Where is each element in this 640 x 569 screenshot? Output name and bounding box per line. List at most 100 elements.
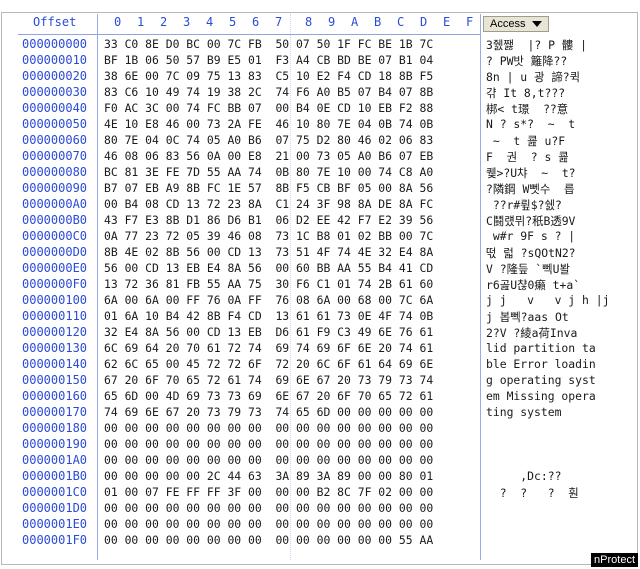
hex-row[interactable]: 000000140 62 6C 65 00 45 72 72 6F 72 20 6… xyxy=(0,356,640,372)
access-dropdown[interactable]: Access xyxy=(483,16,549,32)
hex-row[interactable]: 000000110 01 6A 10 B4 42 8B F4 CD 13 61 6… xyxy=(0,308,640,324)
hex-row[interactable]: 000000090 B7 07 EB A9 8B FC 1E 57 8B F5 C… xyxy=(0,180,640,196)
row-hex-bytes[interactable]: F0 AC 3C 00 74 FC BB 07 00 B4 0E CD 10 E… xyxy=(104,101,433,115)
row-ascii[interactable]: 8n | u 광 諦?퀵 xyxy=(486,69,580,85)
row-ascii[interactable]: w#r 9F s ? | xyxy=(486,229,575,243)
hex-row[interactable]: 0000001F0 00 00 00 00 00 00 00 00 00 00 0… xyxy=(0,532,640,548)
row-ascii[interactable]: j 봅뻭?aas Ot xyxy=(486,309,569,325)
row-ascii[interactable]: g operating syst xyxy=(486,373,596,387)
row-hex-bytes[interactable]: 00 00 00 00 00 00 00 00 00 00 00 00 00 0… xyxy=(104,501,433,515)
hex-row[interactable]: 0000001A0 00 00 00 00 00 00 00 00 00 00 0… xyxy=(0,452,640,468)
row-hex-bytes[interactable]: 62 6C 65 00 45 72 72 6F 72 20 6C 6F 61 6… xyxy=(104,357,433,371)
row-ascii[interactable]: ? PW밧 籬降?? xyxy=(486,53,567,69)
row-ascii[interactable]: ting system xyxy=(486,405,561,419)
hex-row[interactable]: 0000001D0 00 00 00 00 00 00 00 00 00 00 0… xyxy=(0,500,640,516)
hex-row[interactable]: 000000010 BF 1B 06 50 57 B9 E5 01 F3 A4 C… xyxy=(0,52,640,68)
row-hex-bytes[interactable]: 00 B4 08 CD 13 72 23 8A C1 24 3F 98 8A D… xyxy=(104,197,433,211)
row-hex-bytes[interactable]: 43 F7 E3 8B D1 86 D6 B1 06 D2 EE 42 F7 E… xyxy=(104,213,433,227)
hex-row[interactable]: 0000000F0 13 72 36 81 FB 55 AA 75 30 F6 C… xyxy=(0,276,640,292)
row-hex-bytes[interactable]: 32 E4 8A 56 00 CD 13 EB D6 61 F9 C3 49 6… xyxy=(104,325,433,339)
row-ascii[interactable]: 떣 럷 ?sQOtN2? xyxy=(486,245,576,261)
row-hex-bytes[interactable]: 00 00 00 00 00 00 00 00 00 00 00 00 00 0… xyxy=(104,533,433,547)
row-ascii[interactable]: C鬪럤뮈?秖B透9V xyxy=(486,213,575,229)
row-hex-bytes[interactable]: 8B 4E 02 8B 56 00 CD 13 73 51 4F 74 4E 3… xyxy=(104,245,433,259)
row-ascii[interactable]: V ?隆듶 `뻭U봘 xyxy=(486,261,570,277)
hex-row[interactable]: 0000001E0 00 00 00 00 00 00 00 00 00 00 0… xyxy=(0,516,640,532)
row-ascii[interactable]: ,Dc:?? xyxy=(486,469,561,483)
row-ascii[interactable]: ~ t 쿒 u?F xyxy=(486,133,565,149)
row-ascii[interactable]: em Missing opera xyxy=(486,389,596,403)
row-hex-bytes[interactable]: 6A 00 6A 00 FF 76 0A FF 76 08 6A 00 68 0… xyxy=(104,293,433,307)
row-offset: 000000000 xyxy=(22,37,88,51)
hex-row[interactable]: 0000000C0 0A 77 23 72 05 39 46 08 73 1C B… xyxy=(0,228,640,244)
row-offset: 000000020 xyxy=(22,69,88,83)
row-offset: 0000001A0 xyxy=(22,453,88,467)
row-offset: 000000080 xyxy=(22,165,88,179)
row-hex-bytes[interactable]: 38 6E 00 7C 09 75 13 83 C5 10 E2 F4 CD 1… xyxy=(104,69,433,83)
row-hex-bytes[interactable]: 00 00 00 00 00 00 00 00 00 00 00 00 00 0… xyxy=(104,421,433,435)
col-header-2: 2 xyxy=(160,15,168,29)
hex-row[interactable]: 0000000E0 56 00 CD 13 EB E4 8A 56 00 60 B… xyxy=(0,260,640,276)
row-ascii[interactable]: r6곮U챦0癩 t+a` xyxy=(486,277,580,293)
row-ascii[interactable]: 2?V ?綾a荷Inva xyxy=(486,325,577,341)
row-hex-bytes[interactable]: 6C 69 64 20 70 61 72 74 69 74 69 6F 6E 2… xyxy=(104,341,433,355)
hex-row[interactable]: 0000000A0 00 B4 08 CD 13 72 23 8A C1 24 3… xyxy=(0,196,640,212)
row-hex-bytes[interactable]: 67 20 6F 70 65 72 61 74 69 6E 67 20 73 7… xyxy=(104,373,433,387)
hex-row[interactable]: 0000000B0 43 F7 E3 8B D1 86 D6 B1 06 D2 E… xyxy=(0,212,640,228)
row-ascii[interactable]: ble Error loadin xyxy=(486,357,596,371)
row-ascii[interactable]: ? ? ? 훤 xyxy=(486,485,579,501)
hex-row[interactable]: 000000160 65 6D 00 4D 69 73 73 69 6E 67 2… xyxy=(0,388,640,404)
row-hex-bytes[interactable]: B7 07 EB A9 8B FC 1E 57 8B F5 CB BF 05 0… xyxy=(104,181,433,195)
row-hex-bytes[interactable]: 74 69 6E 67 20 73 79 73 74 65 6D 00 00 0… xyxy=(104,405,433,419)
row-hex-bytes[interactable]: 56 00 CD 13 EB E4 8A 56 00 60 BB AA 55 B… xyxy=(104,261,433,275)
hex-row[interactable]: 0000000D0 8B 4E 02 8B 56 00 CD 13 73 51 4… xyxy=(0,244,640,260)
col-header-8: 8 xyxy=(305,15,313,29)
hex-row[interactable]: 000000070 46 08 06 83 56 0A 00 E8 21 00 7… xyxy=(0,148,640,164)
row-hex-bytes[interactable]: BC 81 3E FE 7D 55 AA 74 0B 80 7E 10 00 7… xyxy=(104,165,433,179)
row-hex-bytes[interactable]: 0A 77 23 72 05 39 46 08 73 1C B8 01 02 B… xyxy=(104,229,433,243)
hex-row[interactable]: 000000020 38 6E 00 7C 09 75 13 83 C5 10 E… xyxy=(0,68,640,84)
row-ascii[interactable]: F 권 ? s 쿒 xyxy=(486,149,569,165)
row-hex-bytes[interactable]: 00 00 00 00 00 2C 44 63 3A 89 3A 89 00 0… xyxy=(104,469,433,483)
hex-row[interactable]: 000000030 83 C6 10 49 74 19 38 2C 74 F6 A… xyxy=(0,84,640,100)
hex-row[interactable]: 000000190 00 00 00 00 00 00 00 00 00 00 0… xyxy=(0,436,640,452)
hex-row[interactable]: 000000170 74 69 6E 67 20 73 79 73 74 65 6… xyxy=(0,404,640,420)
hex-row[interactable]: 000000080 BC 81 3E FE 7D 55 AA 74 0B 80 7… xyxy=(0,164,640,180)
hex-row[interactable]: 000000180 00 00 00 00 00 00 00 00 00 00 0… xyxy=(0,420,640,436)
row-offset: 0000001B0 xyxy=(22,469,88,483)
row-hex-bytes[interactable]: 00 00 00 00 00 00 00 00 00 00 00 00 00 0… xyxy=(104,517,433,531)
hex-row[interactable]: 000000130 6C 69 64 20 70 61 72 74 69 74 6… xyxy=(0,340,640,356)
hex-row[interactable]: 000000050 4E 10 E8 46 00 73 2A FE 46 10 8… xyxy=(0,116,640,132)
hex-row[interactable]: 000000060 80 7E 04 0C 74 05 A0 B6 07 75 D… xyxy=(0,132,640,148)
row-ascii[interactable]: 갺 It 8,t??? xyxy=(486,85,565,101)
row-ascii[interactable]: ?隣鋼 W뻿수 릅 xyxy=(486,181,575,197)
hex-row[interactable]: 000000150 67 20 6F 70 65 72 61 74 69 6E 6… xyxy=(0,372,640,388)
row-hex-bytes[interactable]: 13 72 36 81 FB 55 AA 75 30 F6 C1 01 74 2… xyxy=(104,277,433,291)
hex-row[interactable]: 000000000 33 C0 8E D0 BC 00 7C FB 50 07 5… xyxy=(0,36,640,52)
row-ascii[interactable]: 梆< t璟 ??意 xyxy=(486,101,568,117)
hex-row[interactable]: 000000040 F0 AC 3C 00 74 FC BB 07 00 B4 0… xyxy=(0,100,640,116)
row-hex-bytes[interactable]: 01 00 07 FE FF FF 3F 00 00 00 B2 8C 7F 0… xyxy=(104,485,433,499)
row-hex-bytes[interactable]: 33 C0 8E D0 BC 00 7C FB 50 07 50 1F FC B… xyxy=(104,37,433,51)
row-ascii[interactable]: 3쥀쨇 |? P 髏 | xyxy=(486,37,587,53)
row-ascii[interactable]: 퀮>?U챠 ~ t? xyxy=(486,165,576,181)
row-hex-bytes[interactable]: 00 00 00 00 00 00 00 00 00 00 00 00 00 0… xyxy=(104,453,433,467)
row-hex-bytes[interactable]: 46 08 06 83 56 0A 00 E8 21 00 73 05 A0 B… xyxy=(104,149,433,163)
row-hex-bytes[interactable]: 65 6D 00 4D 69 73 73 69 6E 67 20 6F 70 6… xyxy=(104,389,433,403)
row-offset: 0000000E0 xyxy=(22,261,88,275)
row-hex-bytes[interactable]: 00 00 00 00 00 00 00 00 00 00 00 00 00 0… xyxy=(104,437,433,451)
row-hex-bytes[interactable]: 01 6A 10 B4 42 8B F4 CD 13 61 61 73 0E 4… xyxy=(104,309,433,323)
row-hex-bytes[interactable]: 4E 10 E8 46 00 73 2A FE 46 10 80 7E 04 0… xyxy=(104,117,433,131)
hex-row[interactable]: 000000100 6A 00 6A 00 FF 76 0A FF 76 08 6… xyxy=(0,292,640,308)
row-hex-bytes[interactable]: 83 C6 10 49 74 19 38 2C 74 F6 A0 B5 07 B… xyxy=(104,85,433,99)
hex-row[interactable]: 0000001C0 01 00 07 FE FF FF 3F 00 00 00 B… xyxy=(0,484,640,500)
row-ascii[interactable]: lid partition ta xyxy=(486,341,596,355)
row-hex-bytes[interactable]: BF 1B 06 50 57 B9 E5 01 F3 A4 CB BD BE 0… xyxy=(104,53,433,67)
row-ascii[interactable]: N ? s*? ~ t xyxy=(486,117,575,131)
row-ascii[interactable]: ??r#륖$?쉜? xyxy=(486,197,562,213)
row-ascii[interactable]: j j v v j h |j xyxy=(486,293,609,307)
col-header-0: 0 xyxy=(114,15,122,29)
row-hex-bytes[interactable]: 80 7E 04 0C 74 05 A0 B6 07 75 D2 80 46 0… xyxy=(104,133,433,147)
hex-row[interactable]: 0000001B0 00 00 00 00 00 2C 44 63 3A 89 3… xyxy=(0,468,640,484)
hex-row[interactable]: 000000120 32 E4 8A 56 00 CD 13 EB D6 61 F… xyxy=(0,324,640,340)
